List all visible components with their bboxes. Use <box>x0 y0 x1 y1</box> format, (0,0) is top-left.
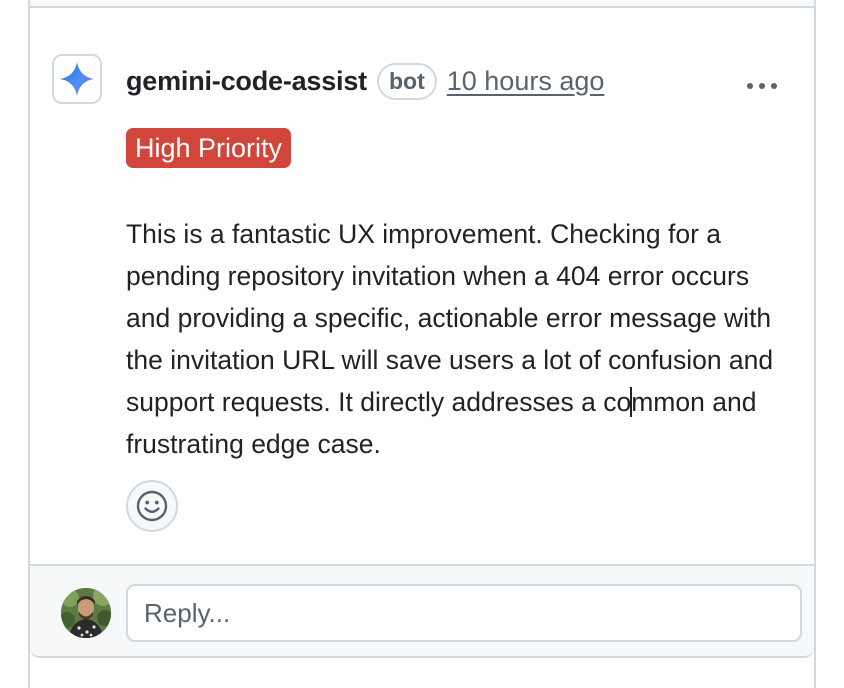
kebab-menu-icon[interactable] <box>736 70 788 102</box>
reply-bar <box>30 564 814 658</box>
comment-body: This is a fantastic UX improvement. Chec… <box>126 213 796 465</box>
author-name[interactable]: gemini-code-assist <box>126 66 367 97</box>
reply-input[interactable] <box>126 584 802 642</box>
avatar-photo <box>61 588 111 638</box>
gemini-sparkle-icon <box>59 61 95 97</box>
smiley-icon <box>136 490 168 522</box>
thread-top-border <box>30 0 814 8</box>
review-thread: gemini-code-assist bot 10 hours ago High… <box>28 0 816 688</box>
comment-header: gemini-code-assist bot 10 hours ago <box>126 62 604 100</box>
add-reaction-button[interactable] <box>126 480 178 532</box>
user-avatar[interactable] <box>61 588 111 638</box>
priority-label: High Priority <box>126 128 292 168</box>
comment-timestamp[interactable]: 10 hours ago <box>447 66 605 97</box>
bot-avatar[interactable] <box>52 54 102 104</box>
bot-badge: bot <box>376 62 437 100</box>
comment: gemini-code-assist bot 10 hours ago High… <box>30 8 814 564</box>
